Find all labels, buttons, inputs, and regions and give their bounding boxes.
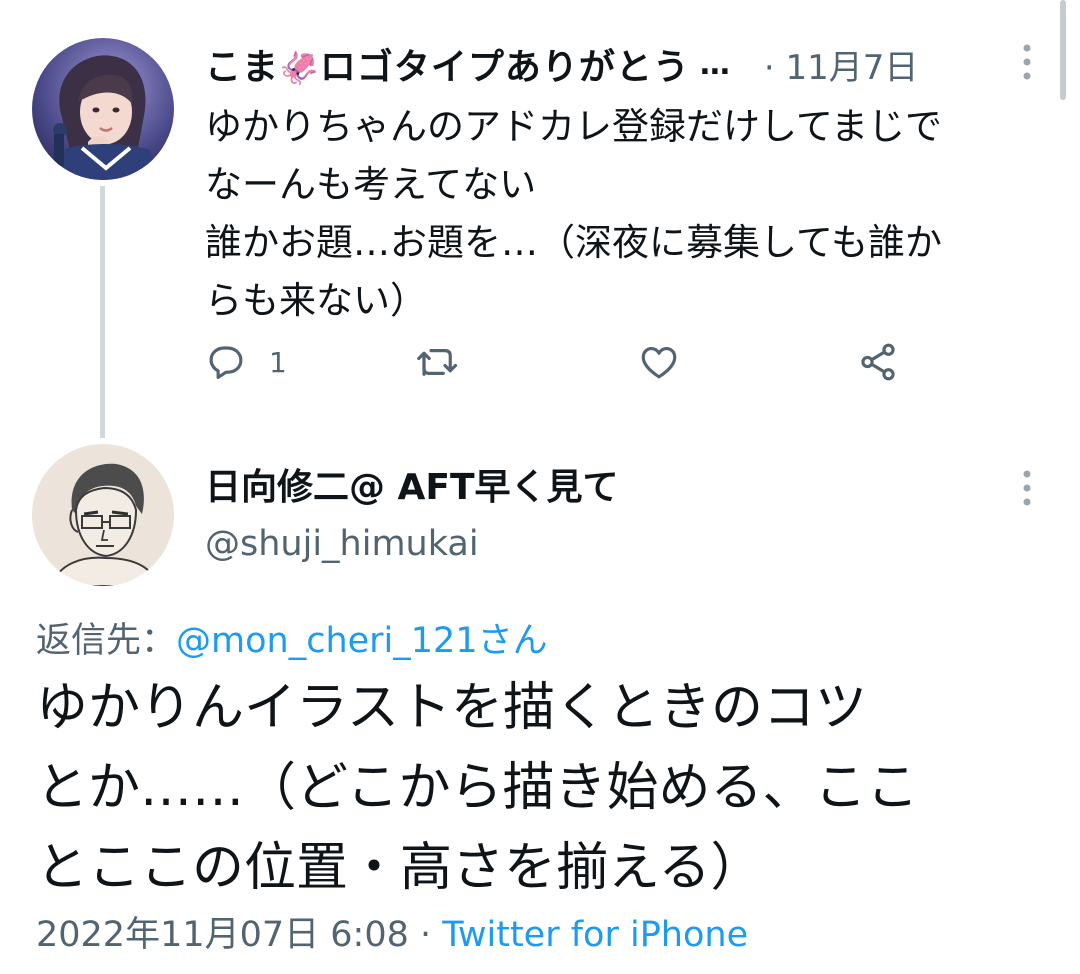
retweet-icon — [417, 349, 458, 376]
reply-icon — [209, 346, 243, 379]
reply-context: 返信先：@mon_cheri_121さん — [36, 612, 548, 663]
reply-label: 返信先： — [36, 621, 177, 661]
heart-icon — [641, 346, 677, 379]
time-separator: · — [763, 47, 775, 88]
tweet-thread: こま🦑ロゴタイプありがとう … · 11月7日 ゆかりちゃんのアドカレ登録だけし… — [0, 0, 1080, 974]
display-name-prefix: こま — [205, 47, 280, 88]
tweet-actions: 1 — [205, 334, 925, 390]
name-truncation: … — [699, 46, 730, 82]
tweet-text: ゆかりんイラストを描くときのコツ とか……（どこから描き始める、ここ とここの位… — [36, 678, 919, 898]
share-button[interactable] — [857, 334, 899, 390]
display-name[interactable]: こま🦑ロゴタイプありがとう — [205, 38, 690, 90]
avatar-image — [32, 38, 174, 180]
avatar[interactable] — [32, 38, 174, 180]
display-name-suffix: ロゴタイプありがとう — [319, 47, 690, 88]
time-text: 11月7日 — [785, 47, 919, 88]
squid-emoji: 🦑 — [279, 49, 320, 87]
share-icon — [861, 343, 895, 381]
tweet-text: ゆかりちゃんのアドカレ登録だけしてまじで なーんも考えてない 誰かお題…お題を…… — [205, 105, 943, 322]
tweet-meta: 2022年11月07日 6:08 · Twitter for iPhone — [36, 906, 748, 957]
scrollbar[interactable] — [1060, 0, 1066, 100]
reply-count: 1 — [269, 345, 287, 379]
user-handle[interactable]: @shuji_himukai — [205, 524, 479, 564]
retweet-button[interactable] — [415, 334, 461, 390]
reply-mention-link[interactable]: @mon_cheri_121さん — [176, 621, 548, 661]
avatar[interactable] — [32, 444, 174, 586]
avatar-image — [32, 444, 174, 586]
tweet-time[interactable]: · 11月7日 — [764, 40, 919, 89]
like-button[interactable] — [637, 334, 681, 390]
tweet-date[interactable]: 2022年11月07日 6:08 — [36, 915, 409, 955]
display-name[interactable]: 日向修二@ AFT早く見て — [205, 458, 619, 510]
parent-tweet-header: こま🦑ロゴタイプありがとう … · 11月7日 — [205, 38, 1040, 90]
meta-separator: · — [420, 915, 432, 955]
reply-button[interactable]: 1 — [205, 334, 287, 390]
tweet-source-link[interactable]: Twitter for iPhone — [442, 915, 748, 955]
more-vertical-icon[interactable] — [1022, 470, 1032, 506]
thread-connector — [100, 186, 105, 438]
more-vertical-icon[interactable] — [1022, 44, 1032, 80]
